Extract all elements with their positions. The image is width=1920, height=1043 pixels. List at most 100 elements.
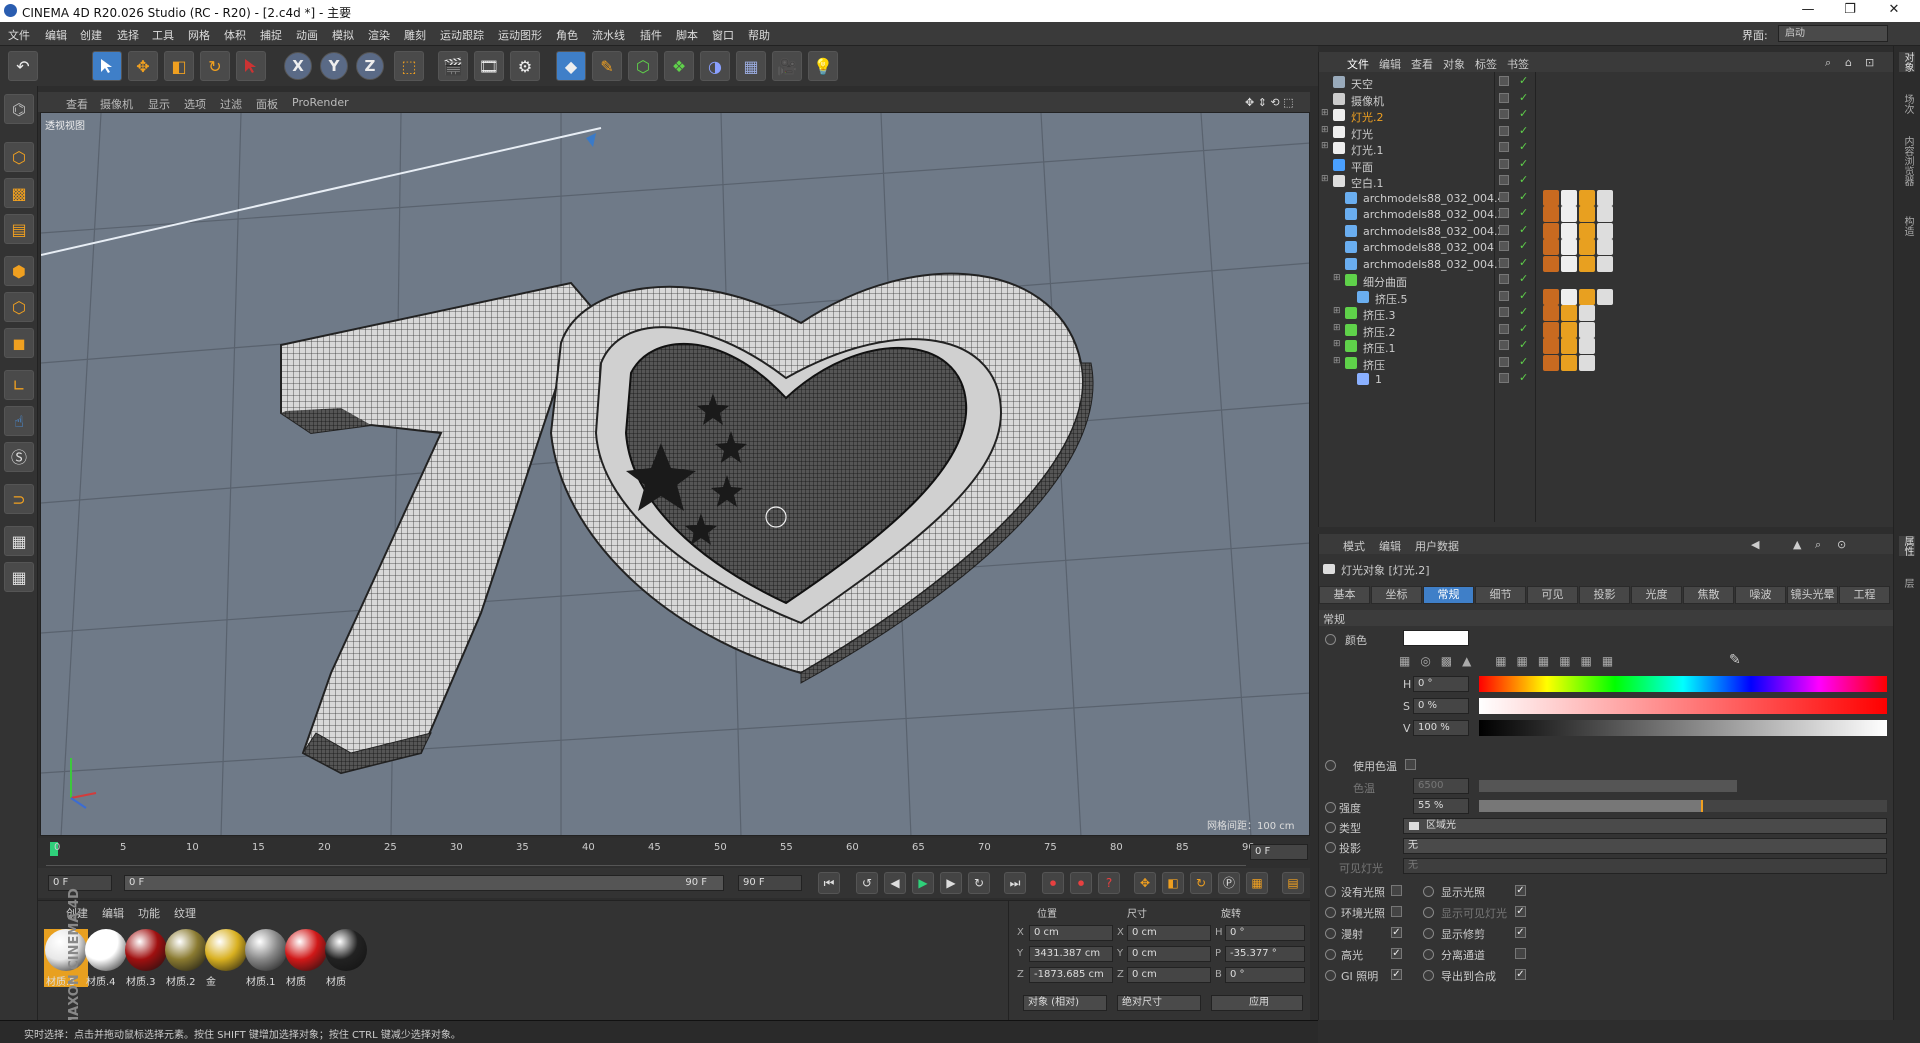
intensity-field[interactable]: 55 % xyxy=(1413,798,1469,814)
interface-layout-select[interactable]: 启动 xyxy=(1778,25,1888,42)
size-y-field[interactable]: 0 cm xyxy=(1127,946,1211,962)
am-up-icon[interactable]: ▲ xyxy=(1793,538,1801,551)
side-tab-content-browser[interactable]: 内容浏览器 xyxy=(1899,136,1915,186)
expand-toggle-icon[interactable]: ⊞ xyxy=(1333,339,1341,349)
menu-plugins[interactable]: 插件 xyxy=(640,27,662,43)
maximize-button[interactable]: ❐ xyxy=(1830,2,1870,20)
visibility-toggle[interactable] xyxy=(1499,109,1509,119)
undo-button[interactable]: ↶ xyxy=(8,51,38,81)
hue-field[interactable]: 0 ° xyxy=(1413,676,1469,692)
light-type-select[interactable]: 区域光 xyxy=(1403,818,1887,834)
visibility-toggle[interactable] xyxy=(1499,307,1509,317)
visible-light-select[interactable]: 无 xyxy=(1403,858,1887,874)
size-z-field[interactable]: 0 cm xyxy=(1127,967,1211,983)
pen-spline-button[interactable]: ✎ xyxy=(592,51,622,81)
material-item[interactable]: 金 xyxy=(204,929,248,988)
object-row[interactable]: 1 ✓ xyxy=(1319,369,1894,389)
next-frame-button[interactable]: ▶ xyxy=(940,872,962,894)
enabled-check-icon[interactable]: ✓ xyxy=(1519,272,1528,285)
viewport-menu-prorender[interactable]: ProRender xyxy=(292,96,349,109)
menu-pipeline[interactable]: 流水线 xyxy=(592,27,625,43)
object-name[interactable]: archmodels88_032_004.1 xyxy=(1363,258,1505,271)
menu-create[interactable]: 创建 xyxy=(80,27,102,43)
minimize-button[interactable]: — xyxy=(1788,2,1828,20)
move-tool-button[interactable]: ✥ xyxy=(128,51,158,81)
om-menu-tags[interactable]: 标签 xyxy=(1475,56,1497,72)
next-key-button[interactable]: ↻ xyxy=(968,872,990,894)
visibility-toggle[interactable] xyxy=(1499,257,1509,268)
flag-animate-radio[interactable] xyxy=(1325,886,1336,897)
material-menu-function[interactable]: 功能 xyxy=(138,905,160,921)
visibility-toggle[interactable] xyxy=(1499,373,1509,383)
flag-checkbox[interactable]: ✓ xyxy=(1391,969,1402,980)
menu-help[interactable]: 帮助 xyxy=(748,27,770,43)
menu-animate[interactable]: 动画 xyxy=(296,27,318,43)
axis-mode-button[interactable]: ∟ xyxy=(4,370,34,400)
expand-toggle-icon[interactable]: ⊞ xyxy=(1333,306,1341,316)
flag-animate-radio[interactable] xyxy=(1325,949,1336,960)
side-tab-attributes[interactable]: 属性 xyxy=(1899,536,1915,556)
expand-toggle-icon[interactable]: ⊞ xyxy=(1333,323,1341,333)
expand-toggle-icon[interactable]: ⊞ xyxy=(1321,141,1329,151)
attribute-tab[interactable]: 基本 xyxy=(1319,586,1370,604)
visibility-toggle[interactable] xyxy=(1499,356,1509,367)
enabled-check-icon[interactable]: ✓ xyxy=(1519,206,1528,219)
position-y-field[interactable]: 3431.387 cm xyxy=(1029,946,1113,962)
material-menu-texture[interactable]: 纹理 xyxy=(174,905,196,921)
om-menu-view[interactable]: 查看 xyxy=(1411,56,1433,72)
om-search-icon[interactable]: ⌕ xyxy=(1825,56,1831,70)
color-mode-icons[interactable]: ▦◎▩▲ ▦▦▦▦▦▦ xyxy=(1399,654,1699,670)
object-name[interactable]: archmodels88_032_004.4 xyxy=(1363,192,1505,205)
visibility-toggle[interactable] xyxy=(1499,208,1509,218)
edges-mode-button[interactable]: ⬡ xyxy=(4,292,34,322)
perspective-viewport[interactable]: 透视视图 网格间距：100 cm xyxy=(40,112,1310,836)
visibility-toggle[interactable] xyxy=(1499,191,1509,202)
close-button[interactable]: ✕ xyxy=(1874,2,1914,20)
workplane-mode-button[interactable]: ▤ xyxy=(4,214,34,244)
material-item[interactable]: 材质 xyxy=(324,929,368,988)
material-item[interactable]: 材质.1 xyxy=(244,929,288,988)
rotation-h-field[interactable]: 0 ° xyxy=(1225,925,1305,941)
visibility-toggle[interactable] xyxy=(1499,142,1509,152)
record-scale-button[interactable]: ◧ xyxy=(1162,872,1184,894)
make-editable-button[interactable]: ⌬ xyxy=(4,94,34,124)
viewport-menu-panel[interactable]: 面板 xyxy=(256,96,278,112)
expand-toggle-icon[interactable]: ⊞ xyxy=(1333,273,1341,283)
am-menu-mode[interactable]: 模式 xyxy=(1343,538,1365,554)
goto-end-button[interactable]: ⏭ xyxy=(1004,872,1026,894)
side-tab-objects[interactable]: 对象 xyxy=(1899,52,1915,72)
rotation-b-field[interactable]: 0 ° xyxy=(1225,967,1305,983)
visibility-toggle[interactable] xyxy=(1499,224,1509,235)
om-menu-file[interactable]: 文件 xyxy=(1347,56,1369,72)
scheme-settings-button[interactable]: ▤ xyxy=(1282,872,1304,894)
value-slider[interactable] xyxy=(1479,720,1887,736)
attribute-tab[interactable]: 细节 xyxy=(1475,586,1526,604)
keyframe-selection-button[interactable]: ? xyxy=(1098,872,1120,894)
menu-simulate[interactable]: 模拟 xyxy=(332,27,354,43)
hue-slider[interactable] xyxy=(1479,676,1887,692)
shadow-select[interactable]: 无 xyxy=(1403,838,1887,854)
intensity-animate-radio[interactable] xyxy=(1325,802,1336,813)
enabled-check-icon[interactable]: ✓ xyxy=(1519,355,1528,368)
shadow-animate-radio[interactable] xyxy=(1325,842,1336,853)
use-temp-radio[interactable] xyxy=(1325,760,1336,771)
workplane-lock-button[interactable]: ▦ xyxy=(4,526,34,556)
enabled-check-icon[interactable]: ✓ xyxy=(1519,157,1528,170)
attribute-tab[interactable]: 焦散 xyxy=(1683,586,1734,604)
om-menu-objects[interactable]: 对象 xyxy=(1443,56,1465,72)
viewport-navigation-icons[interactable]: ✥ ⇕ ⟲ ⬚ xyxy=(1245,96,1294,109)
flag-checkbox[interactable]: ✓ xyxy=(1391,927,1402,938)
temp-field[interactable]: 6500 xyxy=(1413,778,1469,794)
menu-window[interactable]: 窗口 xyxy=(712,27,734,43)
position-z-field[interactable]: -1873.685 cm xyxy=(1029,967,1113,983)
record-rotation-button[interactable]: ↻ xyxy=(1190,872,1212,894)
object-name[interactable]: 1 xyxy=(1375,373,1382,386)
record-parameter-button[interactable]: Ⓟ xyxy=(1218,872,1240,894)
visibility-toggle[interactable] xyxy=(1499,274,1509,284)
intensity-slider[interactable] xyxy=(1479,800,1887,812)
menu-snap[interactable]: 捕捉 xyxy=(260,27,282,43)
coord-mode-select[interactable]: 对象 (相对) xyxy=(1023,995,1107,1011)
enabled-check-icon[interactable]: ✓ xyxy=(1519,140,1528,153)
magnet-button[interactable]: ⊃ xyxy=(4,484,34,514)
end-frame-field[interactable]: 90 F xyxy=(738,875,802,891)
